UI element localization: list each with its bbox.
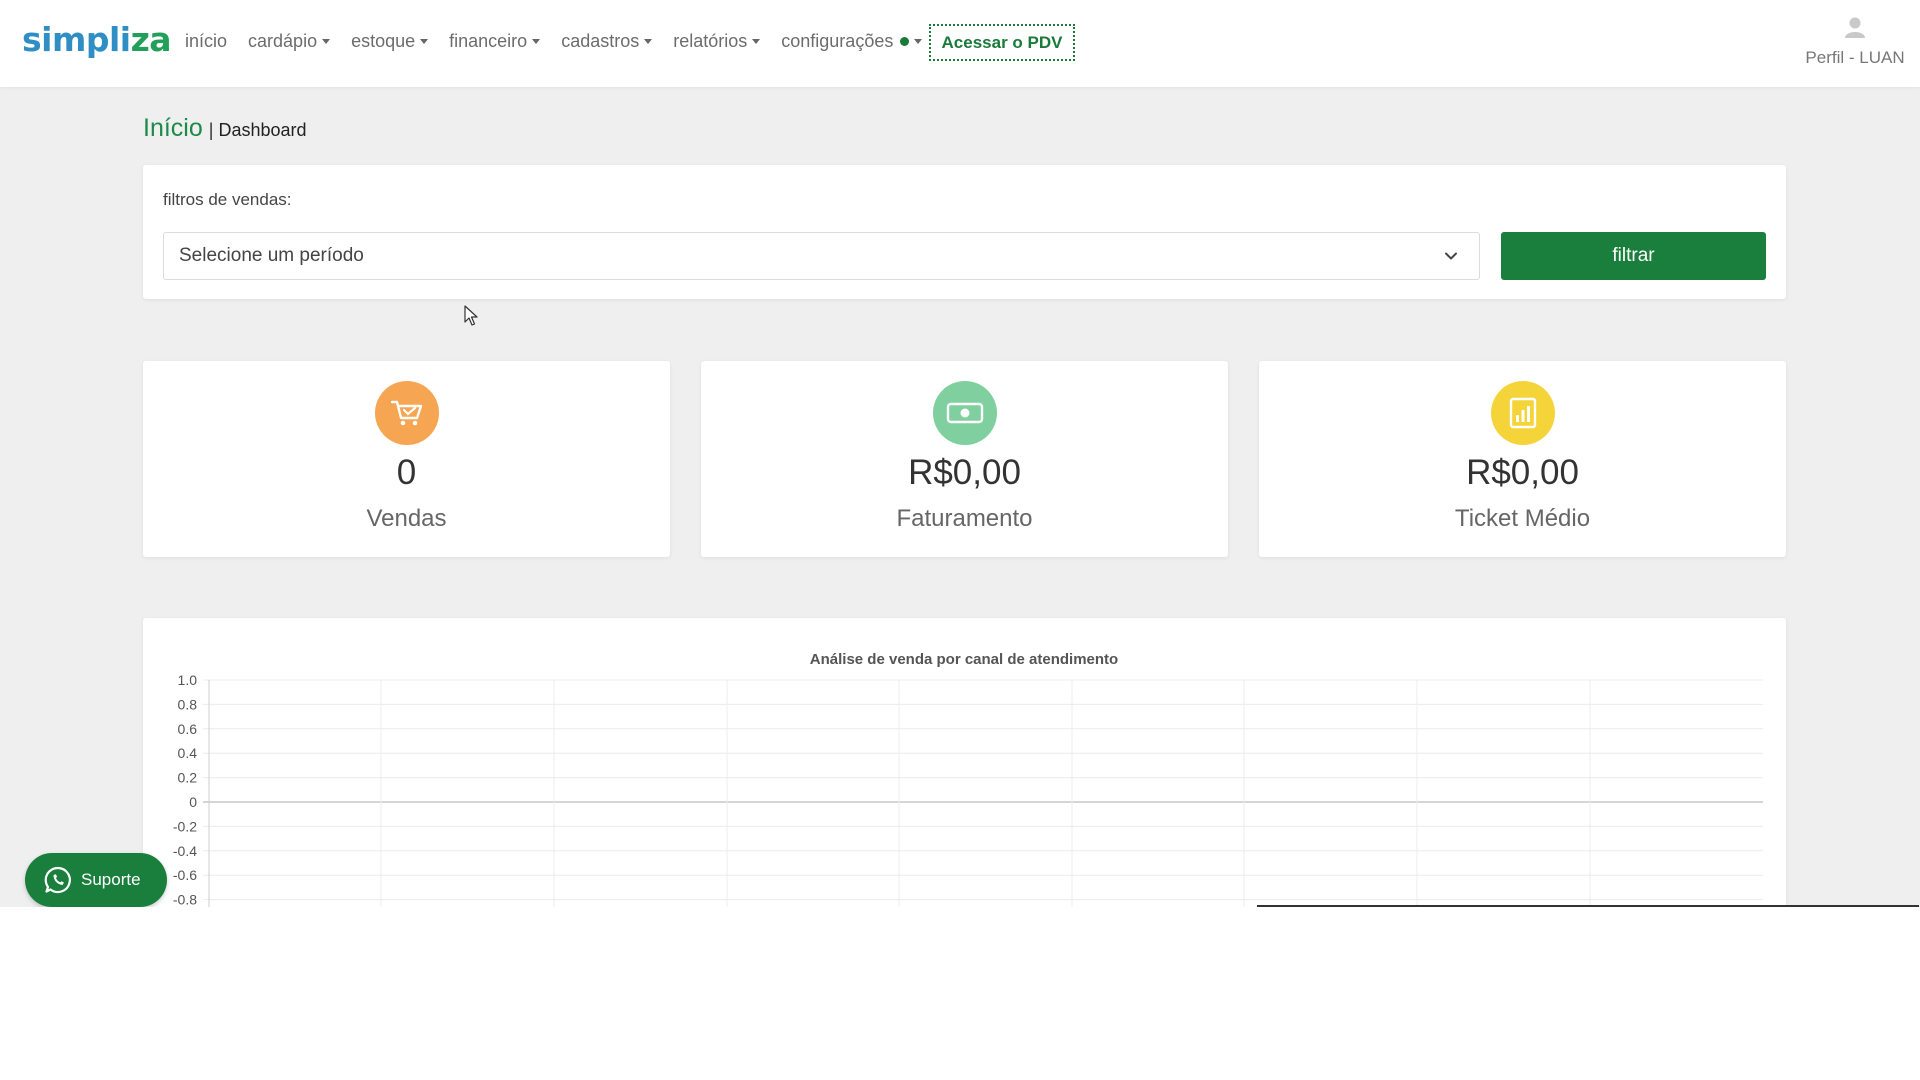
y-tick-label: 0.2: [178, 770, 198, 786]
status-dot-icon: [900, 37, 910, 46]
y-tick-label: -0.8: [173, 892, 197, 907]
caret-down-icon: [420, 39, 429, 44]
breadcrumb: Início | Dashboard: [143, 114, 307, 143]
breadcrumb-separator: |: [208, 120, 214, 140]
support-whatsapp-button[interactable]: Suporte: [25, 853, 167, 907]
app-viewport: simpliza início cardápio estoque finance…: [0, 0, 1920, 907]
y-tick-label: 0: [189, 794, 197, 810]
stat-value-ticket-medio: R$0,00: [1466, 453, 1579, 492]
top-navbar: simpliza início cardápio estoque finance…: [0, 0, 1920, 87]
period-select[interactable]: Selecione um período: [163, 232, 1480, 280]
stat-label-faturamento: Faturamento: [896, 505, 1033, 532]
breadcrumb-home[interactable]: Início: [143, 114, 203, 143]
caret-down-icon: [914, 39, 923, 44]
stat-label-ticket-medio: Ticket Médio: [1454, 505, 1591, 532]
menu-inicio[interactable]: início: [185, 31, 227, 52]
divider: [1257, 905, 1919, 907]
caret-down-icon: [644, 39, 653, 44]
filter-button[interactable]: filtrar: [1501, 232, 1766, 280]
y-tick-label: 0.8: [178, 696, 198, 712]
cart-icon: [374, 381, 439, 445]
caret-down-icon: [322, 39, 331, 44]
filter-label: filtros de vendas:: [163, 190, 292, 209]
page-title: Dashboard: [218, 120, 307, 140]
profile-menu[interactable]: Perfil - LUAN: [1800, 14, 1910, 68]
stat-card-faturamento: R$0,00 Faturamento: [701, 361, 1228, 557]
chevron-down-icon: [1445, 252, 1457, 260]
stat-label-vendas: Vendas: [366, 505, 447, 532]
chart-bar-icon: [1490, 381, 1555, 445]
caret-down-icon: [532, 39, 541, 44]
whatsapp-icon: [44, 866, 71, 894]
y-tick-label: 1.0: [178, 672, 198, 688]
menu-cardapio[interactable]: cardápio: [248, 31, 331, 52]
menu-configuracoes[interactable]: configurações: [781, 31, 923, 52]
profile-label: Perfil - LUAN: [1805, 48, 1905, 67]
stat-card-ticket-medio: R$0,00 Ticket Médio: [1259, 361, 1786, 557]
menu-financeiro[interactable]: financeiro: [449, 31, 541, 52]
support-label: Suporte: [81, 870, 141, 889]
chart-title: Análise de venda por canal de atendiment…: [810, 651, 1118, 668]
y-tick-label: -0.4: [173, 843, 197, 859]
main-menu: início cardápio estoque financeiro cadas…: [185, 31, 943, 52]
y-tick-label: 0.4: [178, 745, 198, 761]
sales-channel-chart-card: Análise de venda por canal de atendiment…: [143, 618, 1786, 907]
user-avatar-icon: [1845, 17, 1865, 38]
period-select-value: Selecione um período: [179, 245, 364, 266]
menu-relatorios[interactable]: relatórios: [673, 31, 761, 52]
y-tick-label: 0.6: [178, 721, 198, 737]
stat-value-faturamento: R$0,00: [908, 453, 1021, 492]
y-tick-label: -0.2: [173, 818, 197, 834]
y-tick-label: -0.6: [173, 867, 197, 883]
access-pdv-button[interactable]: Acessar o PDV: [929, 24, 1075, 61]
stat-value-vendas: 0: [396, 453, 417, 492]
caret-down-icon: [752, 39, 761, 44]
sales-filter-card: filtros de vendas: Selecione um período …: [143, 165, 1786, 299]
logo[interactable]: simpliza: [22, 20, 172, 59]
stat-card-vendas: 0 Vendas: [143, 361, 670, 557]
mouse-cursor-icon: [464, 305, 478, 326]
menu-estoque[interactable]: estoque: [351, 31, 429, 52]
money-icon: [932, 381, 997, 445]
menu-cadastros[interactable]: cadastros: [561, 31, 653, 52]
sales-channel-chart: Análise de venda por canal de atendiment…: [173, 651, 1763, 907]
